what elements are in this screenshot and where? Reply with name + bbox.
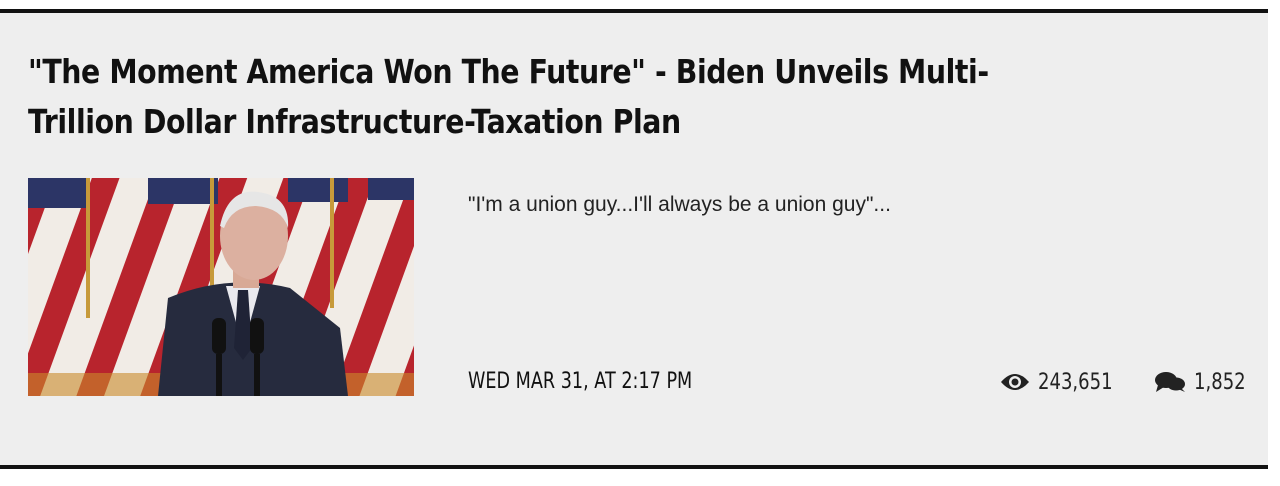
article-card: "The Moment America Won The Future" - Bi…: [0, 9, 1268, 469]
thumbnail-image: [28, 178, 414, 396]
comment-bubbles-icon: [1154, 371, 1186, 393]
article-teaser: "I'm a union guy...I'll always be a unio…: [468, 193, 891, 216]
comments-number: 1,852: [1194, 369, 1246, 395]
eye-icon: [1000, 372, 1030, 392]
comments-count[interactable]: 1,852: [1154, 367, 1257, 397]
views-number: 243,651: [1038, 369, 1113, 395]
article-thumbnail[interactable]: [28, 178, 414, 396]
article-date: WED MAR 31, AT 2:17 PM: [468, 369, 693, 394]
article-headline[interactable]: "The Moment America Won The Future" - Bi…: [28, 47, 1069, 147]
views-count: 243,651: [1000, 367, 1129, 397]
